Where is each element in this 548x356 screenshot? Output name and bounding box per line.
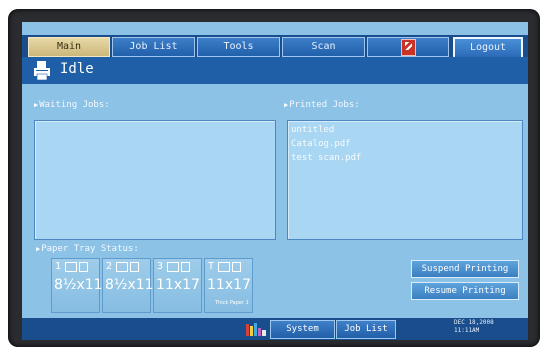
paper-tray-label: Paper Tray Status:: [36, 244, 139, 254]
card-icon: [400, 39, 416, 56]
device-bezel: Main Job List Tools Scan Logout Idle Wai…: [0, 0, 548, 356]
tray-status-icon: [167, 262, 179, 272]
clock: DEC 18,2008 11:11AM: [454, 319, 494, 335]
tray-id: 3: [157, 261, 164, 272]
tray-1[interactable]: 1 8½x11: [51, 258, 103, 313]
printed-jobs-list[interactable]: untitled Catalog.pdf test scan.pdf: [287, 120, 523, 240]
tab-job-list[interactable]: Job List: [112, 37, 195, 57]
list-item[interactable]: test scan.pdf: [288, 151, 522, 165]
printer-icon: [34, 61, 50, 80]
tab-tools[interactable]: Tools: [197, 37, 280, 57]
tray-status-icon: [218, 262, 230, 272]
tab-main[interactable]: Main: [28, 37, 110, 57]
tray-id: T: [208, 261, 215, 272]
paper-icon: [181, 262, 190, 272]
system-status-button[interactable]: System Status: [270, 320, 335, 339]
tray-3[interactable]: 3 11x17: [153, 258, 202, 313]
clock-date: DEC 18,2008: [454, 319, 494, 326]
tray-size: 8½x11: [54, 277, 103, 293]
logout-button[interactable]: Logout: [453, 37, 523, 59]
list-item[interactable]: Catalog.pdf: [288, 137, 522, 151]
waiting-jobs-list[interactable]: [34, 120, 276, 240]
tray-id: 2: [106, 261, 113, 272]
machine-status-icon: [246, 323, 266, 336]
tab-card[interactable]: [367, 37, 449, 57]
printed-jobs-label: Printed Jobs:: [284, 100, 359, 110]
resume-printing-button[interactable]: Resume Printing: [411, 282, 519, 300]
bottom-bar: System Status Job List DEC 18,2008 11:11…: [22, 318, 528, 340]
paper-icon: [79, 262, 88, 272]
status-bar: Idle: [22, 57, 528, 84]
tray-2[interactable]: 2 8½x11: [102, 258, 154, 313]
tray-size: 11x17: [156, 277, 200, 293]
list-item[interactable]: untitled: [288, 123, 522, 137]
tab-scan[interactable]: Scan: [282, 37, 365, 57]
tab-bar: Main Job List Tools Scan Logout: [22, 35, 528, 59]
paper-icon: [232, 262, 241, 272]
suspend-printing-button[interactable]: Suspend Printing: [411, 260, 519, 278]
waiting-jobs-label: Waiting Jobs:: [34, 100, 109, 110]
job-list-button[interactable]: Job List: [336, 320, 396, 339]
tray-size: 11x17: [207, 277, 251, 293]
touch-screen: Main Job List Tools Scan Logout Idle Wai…: [22, 22, 528, 340]
tray-size: 8½x11: [105, 277, 154, 293]
tray-id: 1: [55, 261, 62, 272]
paper-icon: [130, 262, 139, 272]
tray-status-icon: [116, 262, 128, 272]
tray-bypass[interactable]: T 11x17 Thick Paper 1: [204, 258, 253, 313]
clock-time: 11:11AM: [454, 327, 480, 334]
tray-status-icon: [65, 262, 77, 272]
status-text: Idle: [60, 61, 94, 77]
tray-note: Thick Paper 1: [215, 300, 249, 306]
